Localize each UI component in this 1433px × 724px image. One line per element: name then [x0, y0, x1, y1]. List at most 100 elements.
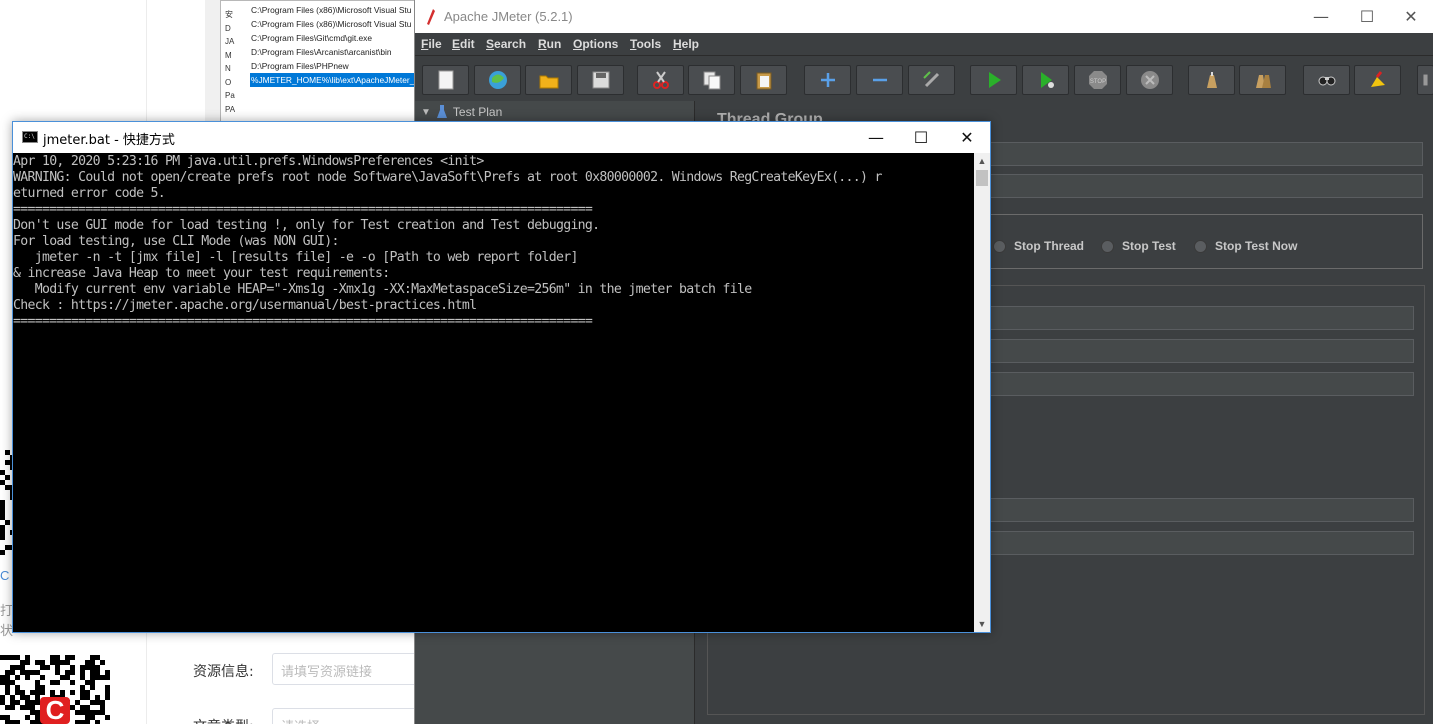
close-button[interactable]: ✕ — [944, 122, 990, 153]
start-button[interactable] — [970, 65, 1017, 95]
path-list-item[interactable]: C:\Program Files (x86)\Microsoft Visual … — [250, 17, 420, 31]
menu-label-rest: ools — [636, 37, 662, 51]
expand-arrow-icon[interactable]: ▼ — [421, 107, 431, 118]
paste-icon — [756, 72, 771, 90]
close-button[interactable]: ✕ — [1388, 0, 1433, 33]
collapse-icon — [872, 78, 887, 82]
resource-link-input[interactable]: 请填写资源链接 — [272, 653, 422, 685]
console-line: Check : https://jmeter.apache.org/userma… — [13, 298, 477, 313]
templates-button[interactable] — [474, 65, 521, 95]
open-button[interactable] — [525, 65, 572, 95]
console-line: Apr 10, 2020 5:23:16 PM java.util.prefs.… — [13, 154, 484, 169]
radio-button[interactable] — [993, 239, 1006, 253]
variable-name-cell[interactable]: M — [225, 49, 251, 63]
variable-name-cell[interactable]: O — [225, 76, 251, 90]
clear-icon — [1206, 72, 1217, 88]
stop-button[interactable]: STOP — [1074, 65, 1121, 95]
menu-mnemonic: S — [486, 37, 495, 51]
new-button[interactable] — [422, 65, 469, 95]
radio-button[interactable] — [1194, 239, 1207, 253]
variable-name-cell[interactable]: N — [225, 62, 251, 76]
toolbar: STOP — [415, 55, 1433, 101]
tree-item-label: Test Plan — [452, 105, 503, 119]
menu-help[interactable]: Help — [673, 37, 699, 51]
radio-button[interactable] — [1101, 239, 1114, 253]
menu-label-rest: elp — [681, 37, 700, 51]
start-no-pauses-icon — [1040, 72, 1054, 88]
copy-button[interactable] — [688, 65, 735, 95]
resource-info-label: 资源信息: — [193, 664, 254, 680]
path-list-item[interactable]: D:\Program Files\Arcanist\arcanist\bin — [250, 45, 420, 59]
csdn-logo-icon: C — [40, 697, 70, 724]
menu-mnemonic: E — [452, 37, 461, 51]
search-button[interactable] — [1303, 65, 1350, 95]
console-icon: C:\ — [22, 131, 38, 143]
paste-button[interactable] — [740, 65, 787, 95]
open-icon — [539, 75, 558, 89]
variable-name-cell[interactable]: D — [225, 22, 251, 36]
menu-search[interactable]: Search — [486, 37, 526, 51]
window-title: Apache JMeter (5.2.1) — [444, 9, 573, 24]
cut-button[interactable] — [637, 65, 684, 95]
console-output[interactable]: Apr 10, 2020 5:23:16 PM java.util.prefs.… — [13, 153, 974, 632]
save-button[interactable] — [577, 65, 624, 95]
jmeter-feather-icon — [427, 9, 435, 25]
minimize-button[interactable]: — — [853, 122, 899, 153]
clear-all-icon — [1255, 75, 1271, 88]
menu-tools[interactable]: Tools — [630, 37, 661, 51]
stop-test-now-radio[interactable]: Stop Test Now — [1194, 239, 1297, 253]
scroll-down-arrow-icon[interactable]: ▼ — [974, 616, 990, 632]
new-icon — [438, 70, 453, 90]
scroll-up-arrow-icon[interactable]: ▲ — [974, 153, 990, 169]
clear-all-button[interactable] — [1239, 65, 1286, 95]
minimize-button[interactable]: — — [1298, 0, 1344, 33]
menu-label-rest: dit — [460, 37, 475, 51]
menu-options[interactable]: Options — [573, 37, 618, 51]
expand-button[interactable] — [804, 65, 851, 95]
variable-name-cell[interactable]: PA — [225, 103, 251, 117]
cmd-window: C:\ jmeter.bat - 快捷方式 — ☐ ✕ Apr 10, 2020… — [12, 121, 991, 633]
reset-search-icon — [1370, 71, 1385, 87]
menu-edit[interactable]: Edit — [452, 37, 475, 51]
console-line: For load testing, use CLI Mode (was NON … — [13, 234, 339, 249]
stop-test-radio[interactable]: Stop Test — [1101, 239, 1176, 253]
console-line: ========================================… — [13, 314, 593, 329]
console-line: WARNING: Could not open/create prefs roo… — [13, 170, 882, 185]
variable-name-cell[interactable]: JA — [225, 35, 251, 49]
variable-name-cell[interactable]: Pa — [225, 89, 251, 103]
toggle-icon — [922, 71, 939, 88]
scroll-thumb[interactable] — [976, 170, 988, 186]
path-list-item[interactable]: D:\Program Files\PHPnew — [250, 59, 420, 73]
expand-icon — [820, 73, 835, 87]
console-line: jmeter -n -t [jmx file] -l [results file… — [13, 250, 579, 265]
menu-mnemonic: O — [573, 37, 583, 51]
maximize-button[interactable]: ☐ — [898, 122, 944, 153]
reset-search-button[interactable] — [1354, 65, 1401, 95]
test-plan-icon — [436, 105, 447, 118]
article-type-select[interactable]: 请选择 — [272, 708, 422, 724]
path-list-item[interactable]: %JMETER_HOME%\lib\ext\ApacheJMeter_c — [250, 73, 420, 87]
clear-button[interactable] — [1188, 65, 1235, 95]
path-list-item[interactable]: C:\Program Files (x86)\Microsoft Visual … — [250, 3, 420, 17]
console-line: eturned error code 5. — [13, 186, 166, 201]
start-no-pauses-button[interactable] — [1022, 65, 1069, 95]
cmd-titlebar: C:\ jmeter.bat - 快捷方式 — ☐ ✕ — [13, 122, 990, 153]
menu-file[interactable]: File — [421, 37, 442, 51]
stop-thread-radio[interactable]: Stop Thread — [993, 239, 1084, 253]
console-line: ========================================… — [13, 202, 593, 217]
collapse-button[interactable] — [856, 65, 903, 95]
tree-item-test-plan[interactable]: ▼ Test Plan — [421, 103, 502, 121]
radio-label: Stop Test — [1122, 239, 1176, 253]
menu-run[interactable]: Run — [538, 37, 561, 51]
search-icon — [1318, 76, 1335, 86]
vertical-scrollbar[interactable]: ▲ ▼ — [974, 153, 990, 632]
console-line: Modify current env variable HEAP="-Xms1g… — [13, 282, 752, 297]
menu-mnemonic: H — [673, 37, 682, 51]
shutdown-button[interactable] — [1126, 65, 1173, 95]
variable-name-cell[interactable]: 安 — [225, 8, 251, 22]
path-list-item[interactable]: C:\Program Files\Git\cmd\git.exe — [250, 31, 420, 45]
maximize-button[interactable]: ☐ — [1344, 0, 1390, 33]
function-helper-icon — [1423, 74, 1428, 86]
function-helper-button[interactable] — [1417, 65, 1433, 95]
toggle-button[interactable] — [908, 65, 955, 95]
